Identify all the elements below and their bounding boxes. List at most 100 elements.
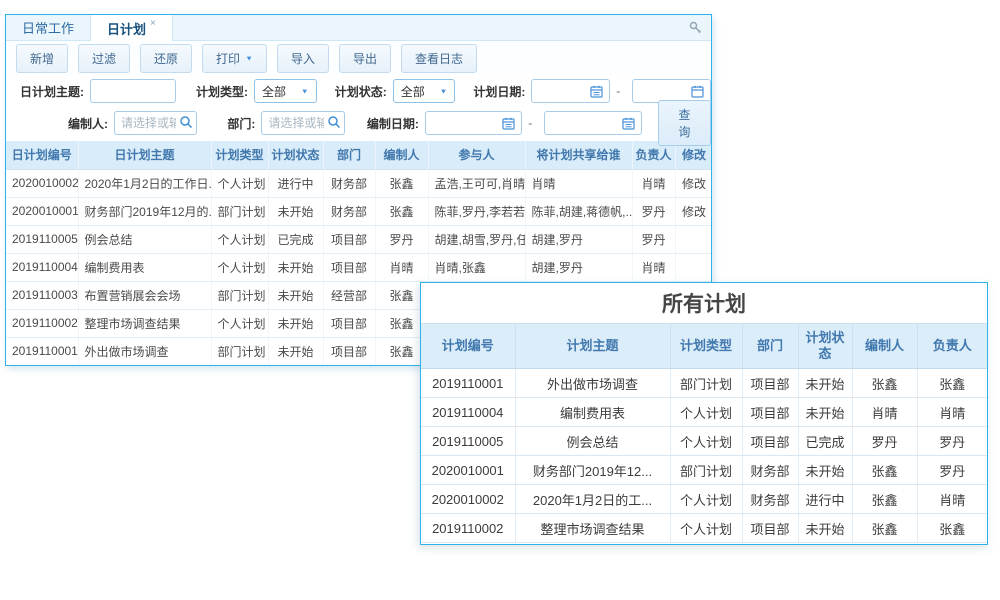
plan-status-label: 计划状态:: [335, 83, 387, 100]
plan-status: 未开始: [798, 456, 852, 485]
plan-status: 未开始: [268, 253, 323, 281]
plan-creator: 张鑫: [852, 514, 917, 543]
chevron-down-icon: ▼: [439, 87, 447, 95]
plan-subject-link[interactable]: 整理市场调查结果: [78, 309, 211, 337]
plan-date-label: 计划日期:: [473, 83, 525, 100]
export-button[interactable]: 导出: [339, 44, 391, 73]
create-date-end-input[interactable]: [544, 111, 641, 135]
plan-subject-link[interactable]: 编制费用表: [78, 253, 211, 281]
chevron-down-icon: ▼: [301, 87, 309, 95]
tab-daily-work[interactable]: 日常工作: [6, 15, 90, 40]
plan-type-select[interactable]: 全部 ▼: [254, 79, 317, 103]
col-header-3[interactable]: 计划状态: [268, 141, 323, 169]
plan-id-link[interactable]: 2020010001: [6, 197, 78, 225]
col-header-5[interactable]: 编制人: [375, 141, 428, 169]
plan-id-link[interactable]: 2019110004: [6, 253, 78, 281]
calendar-icon[interactable]: [590, 85, 603, 98]
new-button[interactable]: 新增: [16, 44, 68, 73]
plan-dept: 经营部: [323, 281, 375, 309]
plan-subject: 外出做市场调查: [515, 369, 670, 398]
dept-label: 部门:: [227, 115, 255, 132]
plan-status-select[interactable]: 全部 ▼: [393, 79, 456, 103]
tab-bar: 日常工作 日计划 ×: [6, 15, 711, 41]
query-button[interactable]: 查询: [658, 100, 711, 146]
modify-link[interactable]: 修改: [675, 169, 712, 197]
col-header-0[interactable]: 日计划编号: [6, 141, 78, 169]
filter-row-1: 日计划主题: 计划类型: 全部 ▼ 计划状态: 全部 ▼ 计划日期: -: [6, 75, 711, 107]
col-header-1[interactable]: 日计划主题: [78, 141, 211, 169]
plan-subject-link[interactable]: 2020年1月2日的工作日...: [78, 169, 211, 197]
plan-type: 个人计划: [670, 485, 742, 514]
tab-close-icon[interactable]: ×: [150, 18, 156, 29]
plan-type-label: 计划类型:: [196, 83, 248, 100]
print-button[interactable]: 打印 ▼: [202, 44, 267, 73]
calendar-icon[interactable]: [622, 117, 635, 130]
plan-owner: 罗丹: [917, 427, 987, 456]
col-header-2[interactable]: 计划类型: [211, 141, 268, 169]
plan-type: 个人计划: [670, 398, 742, 427]
plan-owner: 罗丹: [917, 456, 987, 485]
restore-button[interactable]: 还原: [140, 44, 192, 73]
table-row: 2019110002整理市场调查结果个人计划项目部未开始张鑫张鑫: [421, 514, 987, 543]
calendar-icon[interactable]: [691, 85, 704, 98]
plan-participants: 孟浩,王可可,肖晴,张鑫: [428, 169, 525, 197]
plan-id-link[interactable]: 2020010002: [6, 169, 78, 197]
view-log-button[interactable]: 查看日志: [401, 44, 477, 73]
plan-owner: 肖晴: [917, 398, 987, 427]
create-date-start-input[interactable]: [425, 111, 522, 135]
plan-subject-link[interactable]: 布置营销展会会场: [78, 281, 211, 309]
plan-type: 个人计划: [670, 514, 742, 543]
plan-share-with: 胡建,罗丹: [525, 253, 632, 281]
modify-link[interactable]: 修改: [675, 197, 712, 225]
plan-dept: 项目部: [323, 309, 375, 337]
plan-dept: 项目部: [742, 398, 798, 427]
tab-daily-plan-label: 日计划: [107, 19, 146, 38]
plan-id-link[interactable]: 2019110001: [6, 337, 78, 365]
plan-status: 未开始: [798, 398, 852, 427]
table-row: 2020010001财务部门2019年12...部门计划财务部未开始张鑫罗丹: [421, 456, 987, 485]
plan-subject: 编制费用表: [515, 398, 670, 427]
plan-dept: 财务部: [323, 169, 375, 197]
plan-participants: 陈菲,罗丹,李若若,罗...: [428, 197, 525, 225]
table-row: 2019110005例会总结个人计划已完成项目部罗丹胡建,胡雪,罗丹,任晓...…: [6, 225, 712, 253]
plan-id: 2020010002: [421, 485, 515, 514]
subject-input[interactable]: [90, 79, 176, 103]
plan-creator: 肖晴: [852, 398, 917, 427]
plan-owner-link[interactable]: 肖晴: [632, 169, 675, 197]
plan-owner: 张鑫: [917, 514, 987, 543]
plan-subject-link[interactable]: 例会总结: [78, 225, 211, 253]
plan-owner-link[interactable]: 罗丹: [632, 197, 675, 225]
key-icon[interactable]: [688, 20, 703, 35]
plan-subject: 财务部门2019年12...: [515, 456, 670, 485]
filter-button[interactable]: 过滤: [78, 44, 130, 73]
plan-id-link[interactable]: 2019110003: [6, 281, 78, 309]
plan-owner-link[interactable]: 罗丹: [632, 225, 675, 253]
plan-id-link[interactable]: 2019110005: [6, 225, 78, 253]
chevron-down-icon: ▼: [245, 54, 253, 62]
plan-share-with: 陈菲,胡建,蒋德帆,...: [525, 197, 632, 225]
search-icon[interactable]: [327, 115, 341, 129]
date-range-separator: -: [528, 116, 532, 130]
plan-id: 2019110002: [421, 514, 515, 543]
plan-type: 个人计划: [211, 225, 268, 253]
plan-id-link[interactable]: 2019110002: [6, 309, 78, 337]
col-header-7[interactable]: 将计划共享给谁: [525, 141, 632, 169]
modify-link: [675, 225, 712, 253]
plan-owner-link[interactable]: 肖晴: [632, 253, 675, 281]
toolbar: 新增 过滤 还原 打印 ▼ 导入 导出 查看日志: [6, 41, 711, 75]
col-header-6[interactable]: 参与人: [428, 141, 525, 169]
table-header-row: 计划编号计划主题计划类型部门计划状态编制人负责人: [421, 324, 987, 369]
table-row: 20200100022020年1月2日的工作日...个人计划进行中财务部张鑫孟浩…: [6, 169, 712, 197]
plan-subject-link[interactable]: 外出做市场调查: [78, 337, 211, 365]
import-button[interactable]: 导入: [277, 44, 329, 73]
plan-status-value: 全部: [401, 83, 425, 100]
table-row: 20200100022020年1月2日的工...个人计划财务部进行中张鑫肖晴: [421, 485, 987, 514]
plan-owner: 肖晴: [917, 485, 987, 514]
calendar-icon[interactable]: [502, 117, 515, 130]
plan-date-start-input[interactable]: [531, 79, 610, 103]
col-header-4[interactable]: 部门: [323, 141, 375, 169]
tab-daily-plan[interactable]: 日计划 ×: [90, 15, 173, 41]
search-icon[interactable]: [179, 115, 193, 129]
plan-type: 部门计划: [211, 281, 268, 309]
plan-subject-link[interactable]: 财务部门2019年12月的...: [78, 197, 211, 225]
